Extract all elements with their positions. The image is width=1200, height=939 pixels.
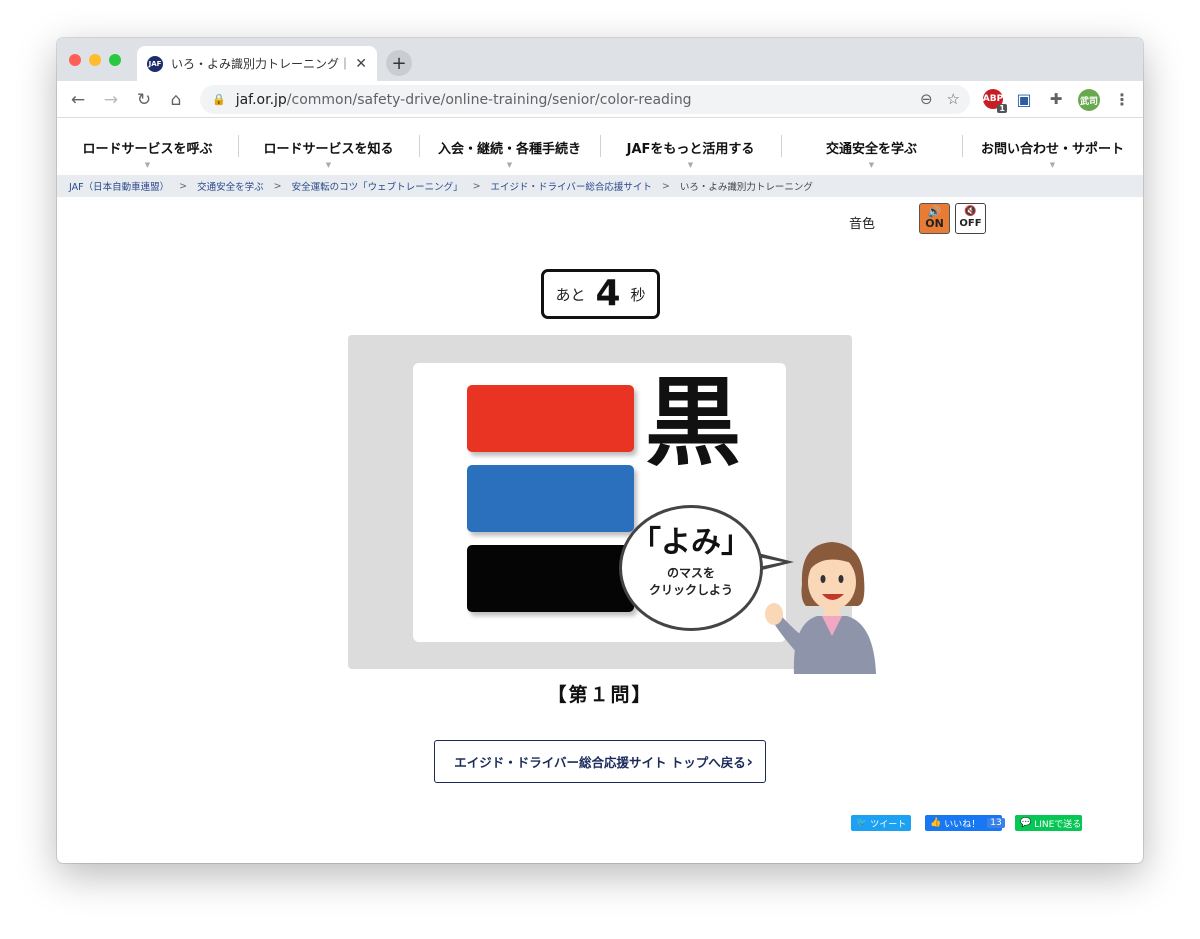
address-bar[interactable]: 🔒 jaf.or.jp/common/safety-drive/online-t… bbox=[200, 85, 970, 114]
tweet-label: ツイート bbox=[870, 819, 907, 830]
color-swatch-red[interactable] bbox=[467, 385, 634, 452]
back-to-top-label: エイジド・ドライバー総合応援サイト トップへ戻る bbox=[454, 755, 746, 770]
close-window-button[interactable] bbox=[69, 54, 81, 66]
quiz-word: 黒 bbox=[645, 367, 741, 479]
line-logo-icon: 💬 bbox=[1020, 818, 1032, 828]
nav-item-traffic-safety[interactable]: 交通安全を学ぶ ▼ bbox=[781, 119, 962, 175]
back-arrow-icon[interactable]: ← bbox=[67, 89, 89, 111]
extensions-puzzle-icon[interactable]: ✚ bbox=[1046, 89, 1066, 109]
lock-icon: 🔒 bbox=[212, 93, 226, 106]
caret-down-icon: ▼ bbox=[687, 161, 694, 169]
countdown-timer: あと 4 秒 bbox=[541, 269, 660, 319]
nav-item-use-jaf[interactable]: JAFをもっと活用する ▼ bbox=[600, 119, 781, 175]
guide-character-illustration bbox=[765, 542, 876, 674]
color-swatch-blue[interactable] bbox=[467, 465, 634, 532]
chevron-right-icon: > bbox=[273, 180, 282, 192]
save-extension-icon[interactable]: ▣ bbox=[1014, 89, 1034, 109]
breadcrumb-link-jaf[interactable]: JAF（日本自動車連盟） bbox=[69, 179, 169, 193]
chevron-right-icon: > bbox=[472, 180, 481, 192]
url-path: /common/safety-drive/online-training/sen… bbox=[286, 91, 692, 108]
twitter-bird-icon: 🐦 bbox=[856, 818, 868, 828]
chevron-right-icon: > bbox=[661, 180, 670, 192]
tweet-button[interactable]: 🐦 ツイート bbox=[851, 815, 911, 831]
bubble-sub-text-1: のマスを bbox=[666, 566, 715, 580]
timer-prefix: あと bbox=[555, 285, 586, 304]
bubble-sub-text-2: クリックしよう bbox=[648, 583, 733, 598]
speaker-muted-icon: 🔇 bbox=[964, 206, 977, 217]
browser-menu-icon[interactable]: ⋮ bbox=[1112, 89, 1132, 109]
breadcrumb-link-web-training[interactable]: 安全運転のコツ「ウェブトレーニング」 bbox=[292, 179, 463, 193]
bookmark-star-icon[interactable]: ☆ bbox=[947, 90, 960, 108]
line-label: LINEで送る bbox=[1034, 819, 1082, 830]
caret-down-icon: ▼ bbox=[325, 161, 332, 169]
nav-item-membership[interactable]: 入会・継続・各種手続き ▼ bbox=[419, 119, 600, 175]
forward-arrow-icon[interactable]: → bbox=[100, 89, 122, 111]
breadcrumb-current: いろ・よみ識別力トレーニング bbox=[679, 182, 813, 193]
back-to-top-button[interactable]: エイジド・ドライバー総合応援サイト トップへ戻る › bbox=[434, 740, 766, 783]
sound-off-label: OFF bbox=[959, 218, 982, 229]
browser-window: JAF いろ・よみ識別力トレーニング｜JAF ✕ + ← → ↻ ⌂ 🔒 jaf… bbox=[57, 38, 1143, 863]
like-count: 13 bbox=[987, 818, 1005, 828]
url-text: jaf.or.jp/common/safety-drive/online-tra… bbox=[236, 92, 692, 108]
caret-down-icon: ▼ bbox=[506, 161, 513, 169]
sound-on-label: ON bbox=[925, 217, 944, 230]
zoom-window-button[interactable] bbox=[109, 54, 121, 66]
thumbs-up-icon: 👍 bbox=[930, 818, 942, 828]
facebook-like-button[interactable]: 👍 いいね！ 13 bbox=[925, 815, 1005, 831]
new-tab-button[interactable]: + bbox=[386, 50, 412, 76]
nav-item-label: ロードサービスを知る bbox=[263, 141, 394, 157]
nav-item-label: 入会・継続・各種手続き bbox=[437, 141, 581, 157]
caret-down-icon: ▼ bbox=[868, 161, 875, 169]
breadcrumb: JAF（日本自動車連盟） > 交通安全を学ぶ > 安全運転のコツ「ウェブトレーニ… bbox=[57, 175, 1143, 197]
nav-item-call-road-service[interactable]: ロードサービスを呼ぶ ▼ bbox=[57, 119, 238, 175]
tab-title: いろ・よみ識別力トレーニング｜JAF bbox=[171, 57, 350, 71]
tab-bar: JAF いろ・よみ識別力トレーニング｜JAF ✕ + bbox=[57, 38, 1143, 81]
speech-bubble: 「よみ」 のマスを クリックしよう bbox=[619, 505, 763, 631]
site-global-nav: ロードサービスを呼ぶ ▼ ロードサービスを知る ▼ 入会・継続・各種手続き ▼ JAF… bbox=[57, 119, 1143, 175]
zoom-icon[interactable]: ⊖ bbox=[920, 90, 933, 108]
line-share-button[interactable]: 💬 LINEで送る bbox=[1015, 815, 1082, 831]
nav-item-label: JAFをもっと活用する bbox=[626, 141, 755, 157]
bubble-main-text: 「よみ」 bbox=[631, 525, 751, 560]
jaf-favicon-icon: JAF bbox=[147, 55, 163, 72]
nav-item-label: ロードサービスを呼ぶ bbox=[82, 141, 213, 157]
window-controls bbox=[69, 54, 121, 66]
sound-on-button[interactable]: 🔊 ON bbox=[919, 203, 950, 234]
chevron-right-icon: > bbox=[179, 180, 188, 192]
nav-item-label: お問い合わせ・サポート bbox=[980, 141, 1124, 157]
breadcrumb-link-aged-driver[interactable]: エイジド・ドライバー総合応援サイト bbox=[491, 179, 652, 193]
home-icon[interactable]: ⌂ bbox=[165, 89, 187, 111]
question-number: 【第１問】 bbox=[547, 684, 653, 706]
url-host: jaf.or.jp bbox=[235, 91, 287, 108]
timer-suffix: 秒 bbox=[630, 285, 646, 304]
color-swatch-black[interactable] bbox=[467, 545, 634, 612]
adblock-extension-icon[interactable]: ABP 1 bbox=[983, 89, 1007, 113]
chevron-right-icon: › bbox=[746, 752, 753, 771]
timer-seconds: 4 bbox=[595, 273, 621, 314]
nav-item-about-road-service[interactable]: ロードサービスを知る ▼ bbox=[238, 119, 419, 175]
caret-down-icon: ▼ bbox=[144, 161, 151, 169]
reload-icon[interactable]: ↻ bbox=[133, 89, 155, 111]
browser-tab-active[interactable]: JAF いろ・よみ識別力トレーニング｜JAF ✕ bbox=[137, 46, 377, 81]
adblock-badge: 1 bbox=[997, 104, 1007, 113]
nav-item-label: 交通安全を学ぶ bbox=[825, 141, 917, 157]
browser-toolbar: ← → ↻ ⌂ 🔒 jaf.or.jp/common/safety-drive/… bbox=[57, 81, 1143, 118]
close-tab-icon[interactable]: ✕ bbox=[355, 56, 367, 72]
profile-avatar[interactable]: 武司 bbox=[1078, 89, 1100, 111]
nav-item-support[interactable]: お問い合わせ・サポート ▼ bbox=[962, 119, 1143, 175]
sound-label: 音色 bbox=[849, 217, 876, 232]
minimize-window-button[interactable] bbox=[89, 54, 101, 66]
sound-off-button[interactable]: 🔇 OFF bbox=[955, 203, 986, 234]
breadcrumb-link-traffic-safety[interactable]: 交通安全を学ぶ bbox=[197, 179, 264, 193]
caret-down-icon: ▼ bbox=[1049, 161, 1056, 169]
like-label: いいね！ bbox=[944, 819, 981, 830]
